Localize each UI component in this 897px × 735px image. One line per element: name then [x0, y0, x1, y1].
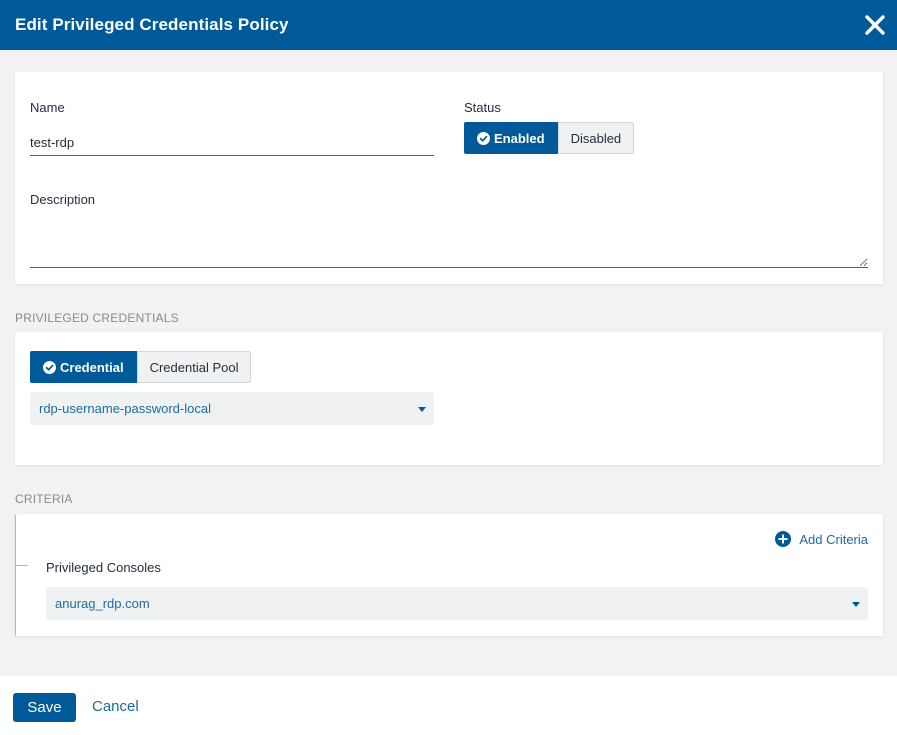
privileged-consoles-value: anurag_rdp.com [55, 596, 150, 611]
privileged-consoles-select[interactable]: anurag_rdp.com [46, 587, 868, 620]
add-criteria-button[interactable]: Add Criteria [775, 531, 868, 547]
criteria-card: Add Criteria Privileged Consoles anurag_… [15, 514, 883, 636]
status-disabled-button[interactable]: Disabled [557, 122, 635, 154]
credential-select[interactable]: rdp-username-password-local [30, 392, 434, 425]
privileged-consoles-label: Privileged Consoles [46, 560, 161, 575]
check-circle-icon [43, 360, 56, 374]
caret-down-icon [418, 406, 426, 412]
status-disabled-label: Disabled [570, 130, 622, 146]
add-criteria-label: Add Criteria [799, 531, 868, 547]
status-enabled-label: Enabled [494, 130, 545, 146]
credential-pool-button[interactable]: Credential Pool [136, 351, 252, 383]
dialog-footer: Save Cancel [0, 676, 897, 735]
criteria-tree-connector [16, 565, 28, 566]
status-enabled-button[interactable]: Enabled [464, 122, 558, 154]
status-toggle: Enabled Disabled [464, 122, 635, 154]
credential-button-label: Credential [60, 359, 124, 375]
save-button[interactable]: Save [13, 693, 76, 722]
credential-button[interactable]: Credential [30, 351, 137, 383]
privileged-credentials-title: PRIVILEGED CREDENTIALS [15, 311, 179, 325]
status-label: Status [464, 100, 501, 115]
general-card: Name Status Enabled Disabled Description [15, 72, 883, 284]
plus-circle-icon [775, 531, 792, 547]
cancel-link[interactable]: Cancel [92, 698, 139, 715]
description-label: Description [30, 192, 96, 207]
name-input[interactable] [30, 130, 434, 156]
credential-type-toggle: Credential Credential Pool [30, 351, 252, 383]
credential-pool-button-label: Credential Pool [149, 359, 239, 375]
dialog-title: Edit Privileged Credentials Policy [15, 15, 289, 34]
privileged-credentials-card: Credential Credential Pool rdp-username-… [15, 332, 883, 465]
check-circle-icon [477, 131, 490, 145]
credential-select-value: rdp-username-password-local [39, 401, 211, 416]
description-textarea[interactable] [30, 216, 868, 268]
close-icon[interactable] [864, 14, 886, 36]
caret-down-icon [852, 601, 860, 607]
name-label: Name [30, 100, 65, 115]
criteria-title: CRITERIA [15, 492, 73, 506]
dialog-header: Edit Privileged Credentials Policy [0, 0, 897, 50]
